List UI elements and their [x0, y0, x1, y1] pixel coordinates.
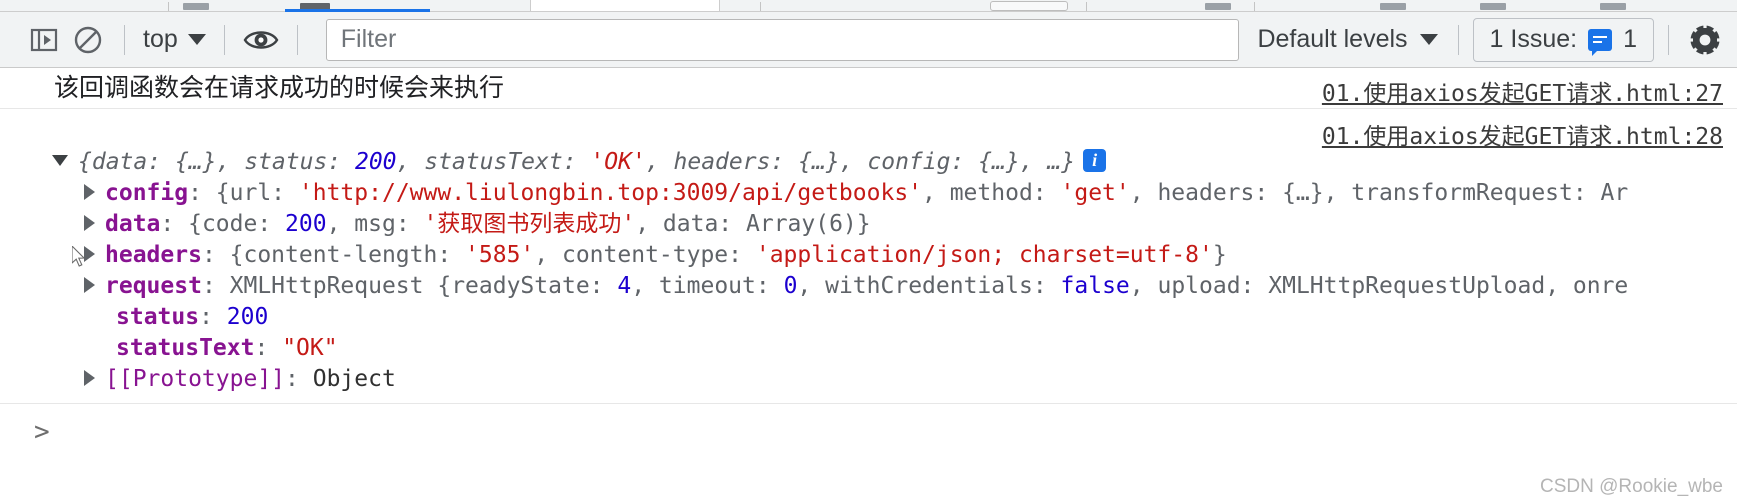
toolbar-divider-3 — [296, 24, 298, 55]
toolbar-divider-2 — [223, 24, 225, 55]
property-key: statusText — [116, 335, 255, 361]
property-key: status — [116, 304, 200, 330]
tabstrip-divider-2 — [760, 2, 761, 11]
tabstrip-ghost-bar-1 — [183, 3, 209, 10]
issue-message-icon — [1588, 28, 1613, 56]
chevron-down-icon — [1419, 34, 1438, 45]
execution-context-selector[interactable]: top — [139, 25, 210, 54]
tabstrip-divider-3 — [1086, 2, 1087, 11]
issues-label: 1 Issue: — [1489, 25, 1578, 53]
tabstrip-divider-4 — [1254, 2, 1255, 11]
triangle-down-icon[interactable] — [52, 155, 68, 166]
show-console-sidebar-icon-svg — [30, 28, 58, 51]
object-summary-content: {data: {…}, status: 200, statusText: 'OK… — [78, 149, 1076, 175]
devtools-console-panel: top Default levels 1 Issue: 1 — [0, 0, 1737, 504]
object-property-status[interactable]: status: 200 — [52, 302, 1737, 333]
console-log-message[interactable]: 该回调函数会在请求成功的时候会来执行 01.使用axios发起GET请求.htm… — [0, 68, 1737, 109]
object-summary-text: {data: {…}, status: 200, statusText: 'OK… — [78, 149, 1075, 175]
filter-input[interactable] — [325, 18, 1240, 61]
property-key: request — [105, 273, 202, 299]
tabstrip-ghost-bar-5 — [1480, 3, 1506, 10]
object-property-config[interactable]: config: {url: 'http://www.liulongbin.top… — [52, 178, 1737, 209]
eye-icon[interactable] — [239, 18, 283, 62]
tabstrip-ghost-bar-4 — [1380, 3, 1406, 10]
triangle-right-icon[interactable] — [84, 276, 95, 293]
console-object-message[interactable]: 01.使用axios发起GET请求.html:28 {data: {…}, st… — [0, 109, 1737, 404]
object-properties: config: {url: 'http://www.liulongbin.top… — [52, 178, 1737, 395]
info-icon[interactable]: i — [1083, 149, 1107, 172]
tabstrip-ghost-bar-3 — [1205, 3, 1231, 10]
triangle-right-icon[interactable] — [84, 369, 95, 386]
toolbar-divider-4 — [1457, 24, 1459, 55]
console-toolbar: top Default levels 1 Issue: 1 — [0, 12, 1737, 68]
issues-button[interactable]: 1 Issue: 1 — [1472, 17, 1654, 62]
object-message-source-link[interactable]: 01.使用axios发起GET请求.html:28 — [1322, 117, 1723, 151]
tabstrip-ghost-left — [0, 0, 160, 11]
clear-console-icon-svg — [74, 26, 102, 53]
property-key: data — [105, 211, 161, 237]
property-key: headers — [105, 242, 202, 268]
prompt-caret-icon: > — [34, 417, 50, 447]
object-property-statusText[interactable]: statusText: "OK" — [52, 333, 1737, 364]
log-levels-selector[interactable]: Default levels — [1251, 25, 1443, 54]
triangle-right-icon[interactable] — [84, 245, 95, 262]
devtools-tabstrip — [0, 0, 1737, 12]
show-console-sidebar-icon[interactable] — [22, 18, 66, 62]
tabstrip-tab-partial[interactable] — [530, 0, 720, 11]
gear-icon-svg — [1687, 21, 1723, 58]
log-message-source-link[interactable]: 01.使用axios发起GET请求.html:27 — [1322, 74, 1723, 108]
watermark: CSDN @Rookie_wbe — [1540, 476, 1723, 497]
console-prompt[interactable]: > — [0, 404, 1737, 460]
object-property-request[interactable]: request: XMLHttpRequest {readyState: 4, … — [52, 271, 1737, 302]
object-property-headers[interactable]: headers: {content-length: '585', content… — [52, 240, 1737, 271]
object-property-Prototype[interactable]: [[Prototype]]: Object — [52, 364, 1737, 395]
log-message-text: 该回调函数会在请求成功的时候会来执行 — [54, 74, 505, 102]
object-tree: {data: {…}, status: 200, statusText: 'OK… — [0, 109, 1737, 403]
tabstrip-ghost-chip-1[interactable] — [990, 1, 1068, 11]
gear-icon[interactable] — [1683, 18, 1727, 62]
triangle-right-icon[interactable] — [84, 183, 95, 200]
object-property-data[interactable]: data: {code: 200, msg: '获取图书列表成功', data:… — [52, 209, 1737, 240]
eye-icon-svg — [243, 30, 279, 49]
chevron-down-icon — [187, 34, 206, 45]
tabstrip-ghost-bar-6 — [1600, 3, 1626, 10]
toolbar-divider-1 — [124, 24, 125, 55]
execution-context-label: top — [143, 25, 178, 53]
issues-count: 1 — [1623, 25, 1637, 53]
property-key: [[Prototype]] — [105, 366, 286, 392]
property-key: config — [105, 180, 189, 206]
console-message-list: 该回调函数会在请求成功的时候会来执行 01.使用axios发起GET请求.htm… — [0, 68, 1737, 504]
tabstrip-divider-1 — [168, 2, 169, 11]
toolbar-divider-5 — [1668, 24, 1669, 55]
object-summary-line[interactable]: {data: {…}, status: 200, statusText: 'OK… — [52, 147, 1737, 178]
clear-console-icon[interactable] — [66, 18, 110, 62]
log-levels-label: Default levels — [1257, 25, 1408, 53]
triangle-right-icon[interactable] — [84, 214, 95, 231]
